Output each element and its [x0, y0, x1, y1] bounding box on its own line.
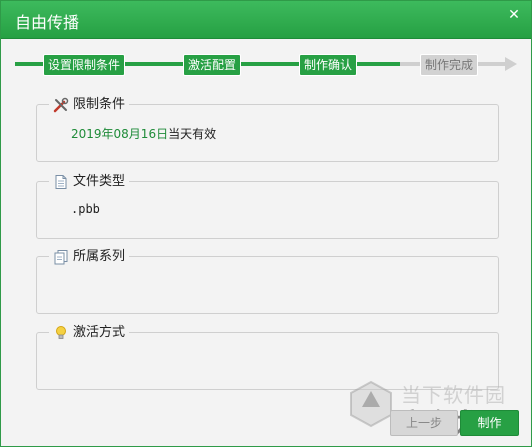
step-progress-bar: 设置限制条件 激活配置 制作确认 制作完成 [15, 51, 519, 77]
close-icon[interactable]: ✕ [505, 6, 523, 24]
file-type-group: 文件类型 .pbb [36, 172, 499, 239]
file-type-header: 文件类型 [49, 172, 130, 192]
arrow-right-icon [505, 57, 517, 71]
restriction-title: 限制条件 [73, 97, 126, 112]
file-type-value: .pbb [71, 202, 100, 216]
step-complete: 制作完成 [420, 54, 479, 76]
activation-header: 激活方式 [49, 323, 130, 343]
restriction-group: 限制条件 2019年08月16日当天有效 [36, 95, 499, 162]
restriction-header: 限制条件 [49, 95, 130, 115]
previous-step-button[interactable]: 上一步 [390, 410, 458, 436]
dialog-window: 自由传播 ✕ 设置限制条件 激活配置 制作确认 制作完成 限制条件 2019年0… [0, 0, 532, 447]
series-title: 所属系列 [73, 249, 126, 264]
file-type-title: 文件类型 [73, 174, 126, 189]
make-button[interactable]: 制作 [460, 410, 519, 436]
step-activation-config: 激活配置 [183, 54, 242, 76]
lightbulb-icon [56, 326, 66, 339]
documents-stack-icon [54, 250, 68, 265]
series-header: 所属系列 [49, 247, 130, 267]
window-title: 自由传播 [15, 13, 80, 32]
step-set-restriction: 设置限制条件 [43, 54, 126, 76]
watermark-logo-icon [350, 380, 392, 428]
restriction-value: 2019年08月16日当天有效 [71, 125, 216, 142]
step-confirm: 制作确认 [299, 54, 358, 76]
restriction-suffix: 当天有效 [168, 127, 217, 141]
title-bar[interactable]: 自由传播 ✕ [1, 1, 531, 39]
series-group: 所属系列 [36, 247, 499, 314]
tools-icon [53, 97, 69, 113]
restriction-date: 2019年08月16日 [71, 127, 169, 141]
activation-title: 激活方式 [73, 325, 126, 340]
document-icon [55, 175, 67, 189]
